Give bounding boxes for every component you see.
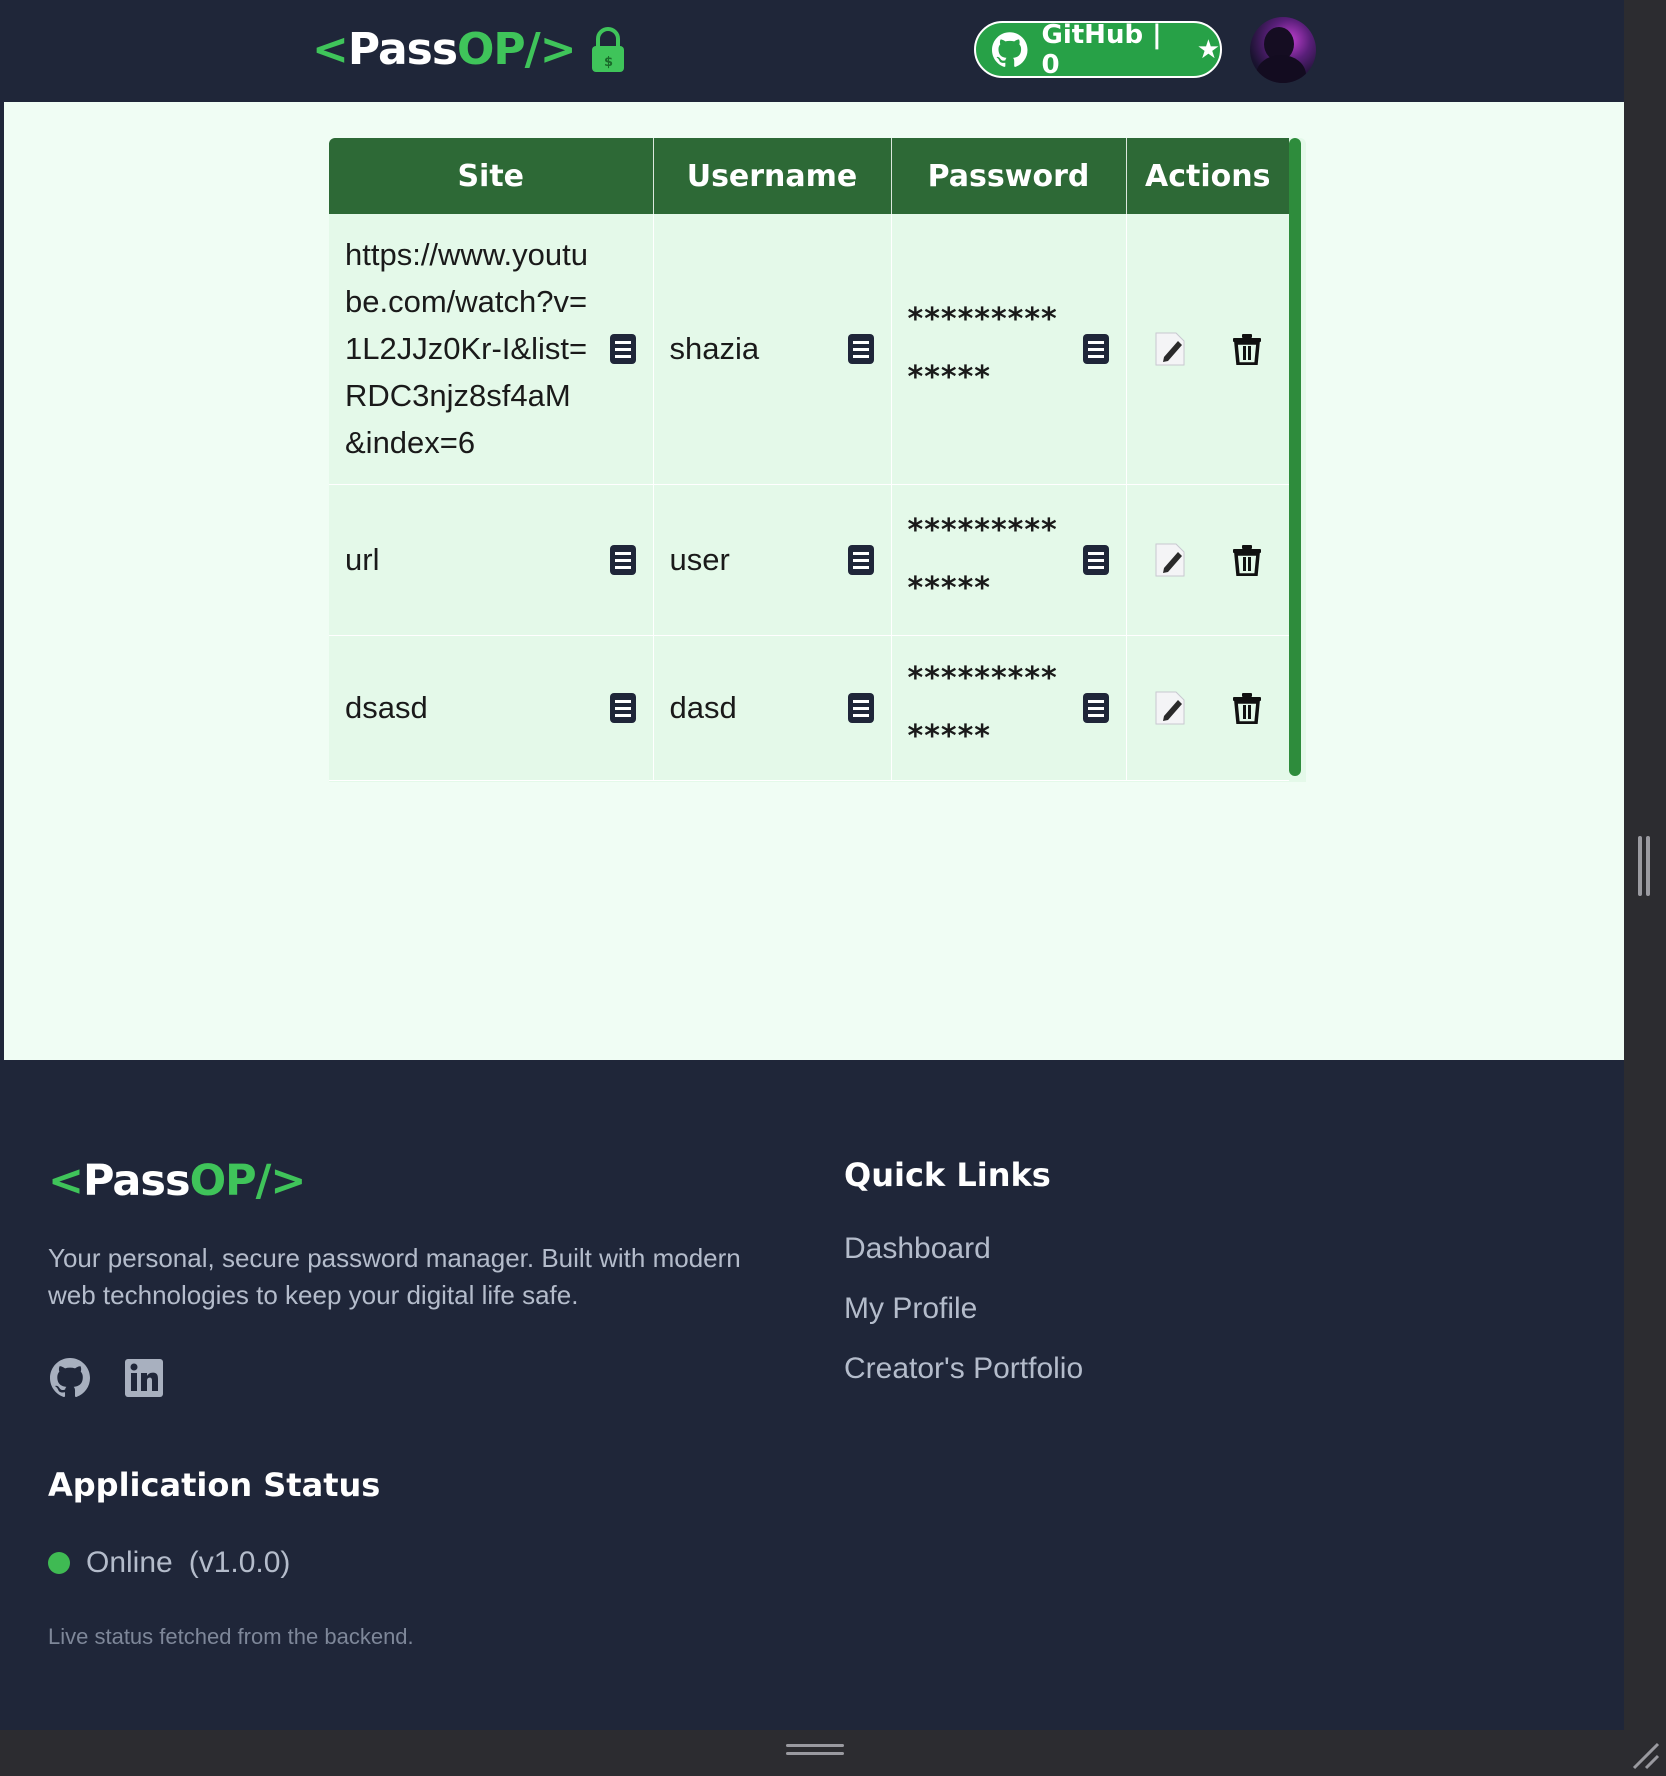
column-header-actions: Actions <box>1126 138 1289 214</box>
site-cell: https://www.youtube.com/watch?v=1L2JJz0K… <box>329 214 654 485</box>
copy-icon[interactable] <box>609 692 637 724</box>
passwords-table-container: Site Username Password Actions https://w… <box>329 138 1306 782</box>
password-text[interactable]: ************** <box>908 291 1068 407</box>
copy-icon[interactable] <box>1082 692 1110 724</box>
app-status: Online (v1.0.0) <box>48 1546 290 1580</box>
copy-icon[interactable] <box>1082 333 1110 365</box>
avatar[interactable] <box>1250 17 1316 83</box>
version-text: (v1.0.0) <box>188 1546 291 1579</box>
logo-pass: Pass <box>347 24 458 75</box>
password-cell: ************** <box>891 635 1127 781</box>
footer-logo-bracket-close: > <box>270 1156 306 1206</box>
password-cell: ************** <box>891 484 1127 636</box>
password-text[interactable]: ************** <box>908 502 1068 618</box>
quick-link-my-profile[interactable]: My Profile <box>844 1292 1083 1352</box>
username-text[interactable]: user <box>670 536 730 583</box>
github-button[interactable]: GitHub | 0 ★ <box>974 19 1222 80</box>
quick-links-title: Quick Links <box>844 1156 1051 1194</box>
copy-icon[interactable] <box>609 333 637 365</box>
github-icon <box>992 31 1028 67</box>
column-header-site: Site <box>329 138 654 214</box>
side-resize-handle[interactable] <box>1638 836 1652 896</box>
footer-description: Your personal, secure password manager. … <box>48 1243 741 1310</box>
column-header-username: Username <box>653 138 892 214</box>
column-header-password: Password <box>891 138 1127 214</box>
quick-link-dashboard[interactable]: Dashboard <box>844 1232 1083 1292</box>
copy-icon[interactable] <box>847 544 875 576</box>
footer-logo-bracket-open: < <box>48 1156 84 1206</box>
actions-cell <box>1126 635 1289 781</box>
navbar: < Pass OP/ > $ GitHub | 0 ★ <box>0 0 1624 102</box>
quick-links-list: Dashboard My Profile Creator's Portfolio <box>844 1232 1083 1412</box>
username-cell: shazia <box>653 214 892 485</box>
navbar-logo[interactable]: < Pass OP/ > $ <box>312 24 626 75</box>
table-row: dsasd dasd ************** <box>329 635 1289 781</box>
table-row: https://www.youtube.com/watch?v=1L2JJz0K… <box>329 214 1289 485</box>
edit-icon[interactable] <box>1154 331 1186 367</box>
github-icon[interactable] <box>50 1358 90 1398</box>
edit-icon[interactable] <box>1154 690 1186 726</box>
footer-social-links <box>50 1358 164 1398</box>
bottom-resize-handle[interactable] <box>786 1744 844 1758</box>
username-text[interactable]: shazia <box>670 325 760 372</box>
lock-icon: $ <box>590 26 626 73</box>
copy-icon[interactable] <box>1082 544 1110 576</box>
footer-logo-op: OP/ <box>189 1156 272 1206</box>
app-status-title: Application Status <box>48 1466 381 1504</box>
actions-cell <box>1126 484 1289 636</box>
trash-icon[interactable] <box>1232 544 1262 576</box>
table-scrollbar[interactable] <box>1289 138 1301 776</box>
resize-corner-icon[interactable] <box>1630 1740 1660 1770</box>
password-cell: ************** <box>891 214 1127 485</box>
edit-icon[interactable] <box>1154 542 1186 578</box>
footer-logo[interactable]: <PassOP/> <box>48 1156 306 1206</box>
site-text[interactable]: https://www.youtube.com/watch?v=1L2JJz0K… <box>345 231 591 466</box>
username-cell: user <box>653 484 892 636</box>
copy-icon[interactable] <box>847 692 875 724</box>
app-window: < Pass OP/ > $ GitHub | 0 ★ Site Usernam… <box>0 0 1624 1730</box>
logo-op: OP/ <box>457 24 541 75</box>
username-text[interactable]: dasd <box>670 684 737 731</box>
site-cell: url <box>329 484 654 636</box>
logo-bracket-open: < <box>312 24 349 75</box>
quick-link-creators-portfolio[interactable]: Creator's Portfolio <box>844 1352 1083 1412</box>
passwords-table: Site Username Password Actions https://w… <box>329 138 1289 781</box>
site-text[interactable]: url <box>345 536 379 583</box>
svg-text:$: $ <box>604 55 613 70</box>
trash-icon[interactable] <box>1232 333 1262 365</box>
footer-logo-pass: Pass <box>83 1156 191 1206</box>
footer: <PassOP/> Your personal, secure password… <box>0 1060 1624 1730</box>
site-text[interactable]: dsasd <box>345 684 428 731</box>
username-cell: dasd <box>653 635 892 781</box>
trash-icon[interactable] <box>1232 692 1262 724</box>
password-text[interactable]: ************** <box>908 650 1068 766</box>
main-content: Site Username Password Actions https://w… <box>4 102 1624 1060</box>
copy-icon[interactable] <box>847 333 875 365</box>
table-row: url user ************** <box>329 484 1289 636</box>
site-cell: dsasd <box>329 635 654 781</box>
linkedin-icon[interactable] <box>124 1358 164 1398</box>
actions-cell <box>1126 214 1289 485</box>
logo-bracket-close: > <box>539 24 577 75</box>
table-header-row: Site Username Password Actions <box>329 138 1289 214</box>
github-button-label: GitHub | 0 <box>1041 19 1162 80</box>
status-online-icon <box>48 1552 70 1574</box>
status-text: Online <box>86 1546 173 1579</box>
star-icon: ★ <box>1196 34 1220 65</box>
copy-icon[interactable] <box>609 544 637 576</box>
status-note: Live status fetched from the backend. <box>48 1624 414 1649</box>
